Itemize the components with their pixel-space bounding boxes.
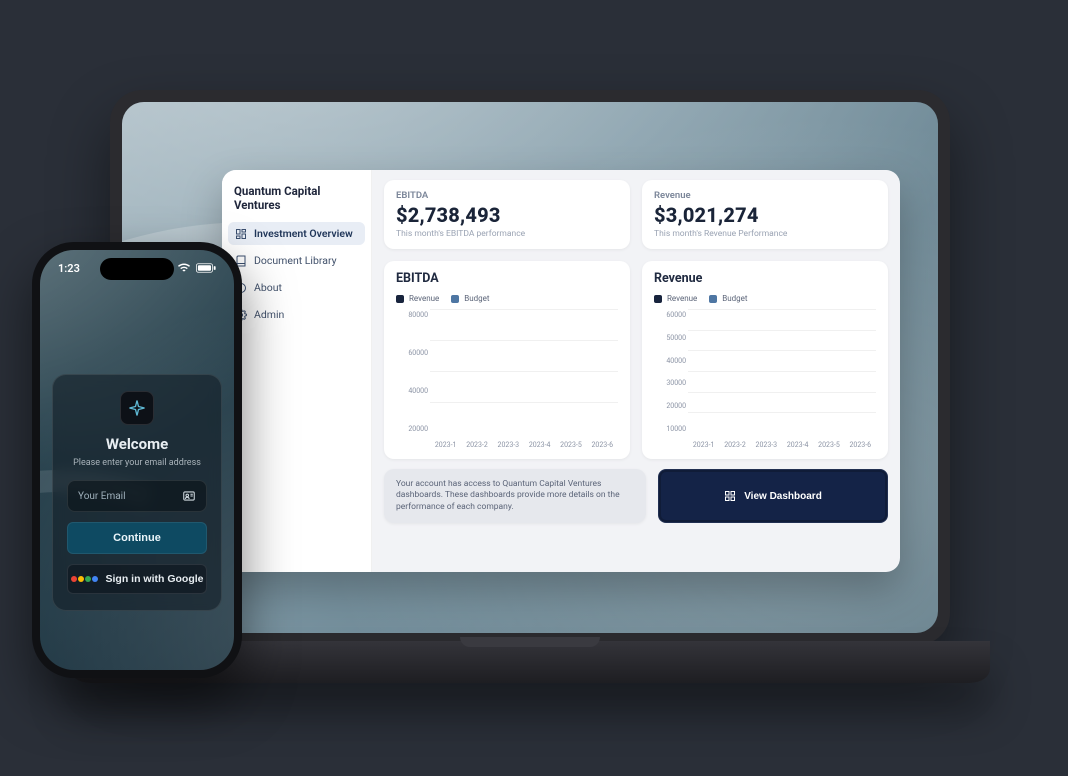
sidebar-item-document-library[interactable]: Document Library [228,249,365,272]
x-tick: 2023-4 [524,441,555,449]
chart-row: EBITDA Revenue Budget 800006000040000200… [384,261,888,459]
x-axis: 2023-12023-22023-32023-42023-52023-6 [430,441,618,449]
phone-device: 1:23 [32,242,242,678]
kpi-sublabel: This month's EBITDA performance [396,229,618,239]
legend-item-revenue: Revenue [654,294,697,303]
laptop-screen: Quantum Capital Ventures Investment Over… [122,102,938,633]
kpi-card-ebitda: EBITDA $2,738,493 This month's EBITDA pe… [384,180,630,249]
kpi-value: $2,738,493 [396,203,618,227]
google-signin-button[interactable]: Sign in with Google [67,564,207,594]
dashboard-main: EBITDA $2,738,493 This month's EBITDA pe… [372,170,900,572]
app-title: Quantum Capital Ventures [228,180,365,222]
chart-area: 80000600004000020000 2023-12023-22023-32… [396,309,618,449]
sidebar-item-label: Document Library [254,254,337,267]
app-logo-icon [120,391,154,425]
sidebar-item-label: About [254,281,282,294]
battery-icon [196,263,216,273]
dynamic-island [100,258,174,280]
chart-legend: Revenue Budget [396,294,618,303]
x-tick: 2023-5 [813,441,844,449]
dashboard-window: Quantum Capital Ventures Investment Over… [222,170,900,572]
wifi-icon [177,263,191,273]
kpi-label: EBITDA [396,190,618,201]
y-axis: 600005000040000300002000010000 [654,309,688,449]
phone-body: 1:23 [32,242,242,678]
view-dashboard-label: View Dashboard [744,491,822,502]
google-signin-label: Sign in with Google [106,573,204,585]
x-tick: 2023-6 [845,441,876,449]
x-tick: 2023-1 [688,441,719,449]
email-placeholder: Your Email [78,491,126,502]
continue-button[interactable]: Continue [67,522,207,554]
sidebar-item-label: Investment Overview [254,227,353,240]
legend-item-revenue: Revenue [396,294,439,303]
contact-card-icon [182,489,196,503]
legend-item-budget: Budget [451,294,489,303]
kpi-value: $3,021,274 [654,203,876,227]
x-tick: 2023-5 [555,441,586,449]
login-card: Welcome Please enter your email address … [52,374,222,611]
sidebar-item-about[interactable]: About [228,276,365,299]
kpi-card-revenue: Revenue $3,021,274 This month's Revenue … [642,180,888,249]
x-tick: 2023-3 [493,441,524,449]
grid-icon [724,490,736,502]
overview-icon [235,228,247,240]
google-logo-icon [71,576,98,582]
sidebar: Quantum Capital Ventures Investment Over… [222,170,372,572]
sidebar-item-investment-overview[interactable]: Investment Overview [228,222,365,245]
y-axis: 80000600004000020000 [396,309,430,449]
x-tick: 2023-2 [461,441,492,449]
chart-card-ebitda: EBITDA Revenue Budget 800006000040000200… [384,261,630,459]
x-tick: 2023-2 [719,441,750,449]
view-dashboard-button[interactable]: View Dashboard [658,469,888,523]
kpi-sublabel: This month's Revenue Performance [654,229,876,239]
chart-title: EBITDA [396,271,618,286]
kpi-row: EBITDA $2,738,493 This month's EBITDA pe… [384,180,888,249]
x-tick: 2023-6 [587,441,618,449]
welcome-subtitle: Please enter your email address [73,458,201,468]
footer-row: Your account has access to Quantum Capit… [384,469,888,523]
chart-plot: 2023-12023-22023-32023-42023-52023-6 [430,309,618,449]
legend-item-budget: Budget [709,294,747,303]
kpi-label: Revenue [654,190,876,201]
x-tick: 2023-1 [430,441,461,449]
chart-title: Revenue [654,271,876,286]
access-note: Your account has access to Quantum Capit… [384,469,646,523]
sidebar-item-admin[interactable]: Admin [228,303,365,326]
phone-screen: 1:23 [40,250,234,670]
email-field[interactable]: Your Email [67,480,207,512]
sidebar-nav: Investment Overview Document Library [228,222,365,326]
status-time: 1:23 [58,262,80,275]
welcome-title: Welcome [106,435,168,453]
sidebar-item-label: Admin [254,308,284,321]
